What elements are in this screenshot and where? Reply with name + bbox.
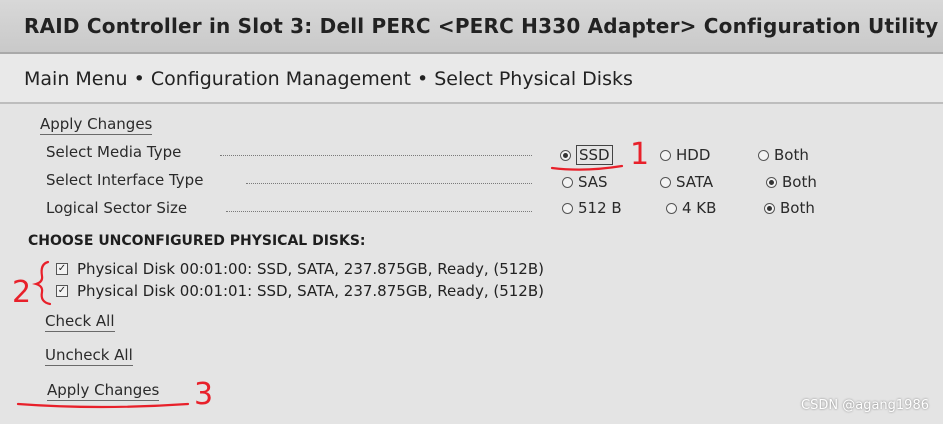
sector-size-4kb-label: 4 KB <box>682 199 717 217</box>
radio-unselected-icon <box>666 202 677 214</box>
annotation-brace <box>32 260 52 306</box>
apply-changes-link-top[interactable]: Apply Changes <box>40 115 153 135</box>
disk-row-1[interactable]: ✓ Physical Disk 00:01:01: SSD, SATA, 237… <box>56 282 544 300</box>
interface-type-sata-radio[interactable]: SATA <box>660 173 713 191</box>
media-type-ssd-label: SSD <box>576 145 613 165</box>
sector-size-512b-label: 512 B <box>578 199 622 217</box>
title-bar: RAID Controller in Slot 3: Dell PERC <PE… <box>0 0 943 54</box>
radio-unselected-icon <box>562 176 573 188</box>
interface-type-sas-radio[interactable]: SAS <box>562 173 608 191</box>
sector-size-leader <box>226 211 532 212</box>
sector-size-both-radio[interactable]: Both <box>764 199 815 217</box>
breadcrumb-bar: Main Menu • Configuration Management • S… <box>0 54 943 104</box>
radio-selected-icon <box>560 149 571 161</box>
media-type-hdd-label: HDD <box>676 146 711 164</box>
annotation-underline-apply <box>16 402 190 409</box>
checkbox-checked-icon[interactable]: ✓ <box>56 285 68 297</box>
check-all-link[interactable]: Check All <box>45 312 115 332</box>
sector-size-label: Logical Sector Size <box>46 199 188 217</box>
interface-type-both-label: Both <box>782 173 817 191</box>
breadcrumb: Main Menu • Configuration Management • S… <box>24 68 633 90</box>
sector-size-both-label: Both <box>780 199 815 217</box>
interface-type-both-radio[interactable]: Both <box>766 173 817 191</box>
annotation-marker-1: 1 <box>630 137 649 172</box>
sector-size-4kb-radio[interactable]: 4 KB <box>666 199 716 217</box>
media-type-both-label: Both <box>774 146 809 164</box>
media-type-ssd-radio[interactable]: SSD <box>560 145 613 165</box>
disk-label-0: Physical Disk 00:01:00: SSD, SATA, 237.8… <box>77 260 544 278</box>
media-type-hdd-radio[interactable]: HDD <box>660 146 710 164</box>
sector-size-512b-radio[interactable]: 512 B <box>562 199 622 217</box>
disks-heading: CHOOSE UNCONFIGURED PHYSICAL DISKS: <box>28 233 366 249</box>
interface-type-sata-label: SATA <box>676 173 714 191</box>
window-title: RAID Controller in Slot 3: Dell PERC <PE… <box>24 14 939 38</box>
checkbox-checked-icon[interactable]: ✓ <box>56 263 68 275</box>
apply-changes-link-bottom[interactable]: Apply Changes <box>47 381 160 401</box>
uncheck-all-link[interactable]: Uncheck All <box>45 346 133 366</box>
radio-selected-icon <box>766 176 777 188</box>
media-type-leader <box>220 155 532 156</box>
interface-type-sas-label: SAS <box>578 173 608 191</box>
radio-unselected-icon <box>758 149 769 161</box>
disk-label-1: Physical Disk 00:01:01: SSD, SATA, 237.8… <box>77 282 544 300</box>
radio-unselected-icon <box>660 176 671 188</box>
radio-unselected-icon <box>562 202 573 214</box>
disk-row-0[interactable]: ✓ Physical Disk 00:01:00: SSD, SATA, 237… <box>56 260 544 278</box>
annotation-underline-ssd <box>550 164 624 171</box>
media-type-both-radio[interactable]: Both <box>758 146 809 164</box>
media-type-label: Select Media Type <box>46 143 182 161</box>
radio-unselected-icon <box>660 149 671 161</box>
interface-type-leader <box>246 183 532 184</box>
watermark: CSDN @agang1986 <box>801 398 929 413</box>
annotation-marker-3: 3 <box>194 377 213 412</box>
interface-type-label: Select Interface Type <box>46 171 204 189</box>
annotation-marker-2: 2 <box>12 275 31 310</box>
radio-selected-icon <box>764 202 775 214</box>
